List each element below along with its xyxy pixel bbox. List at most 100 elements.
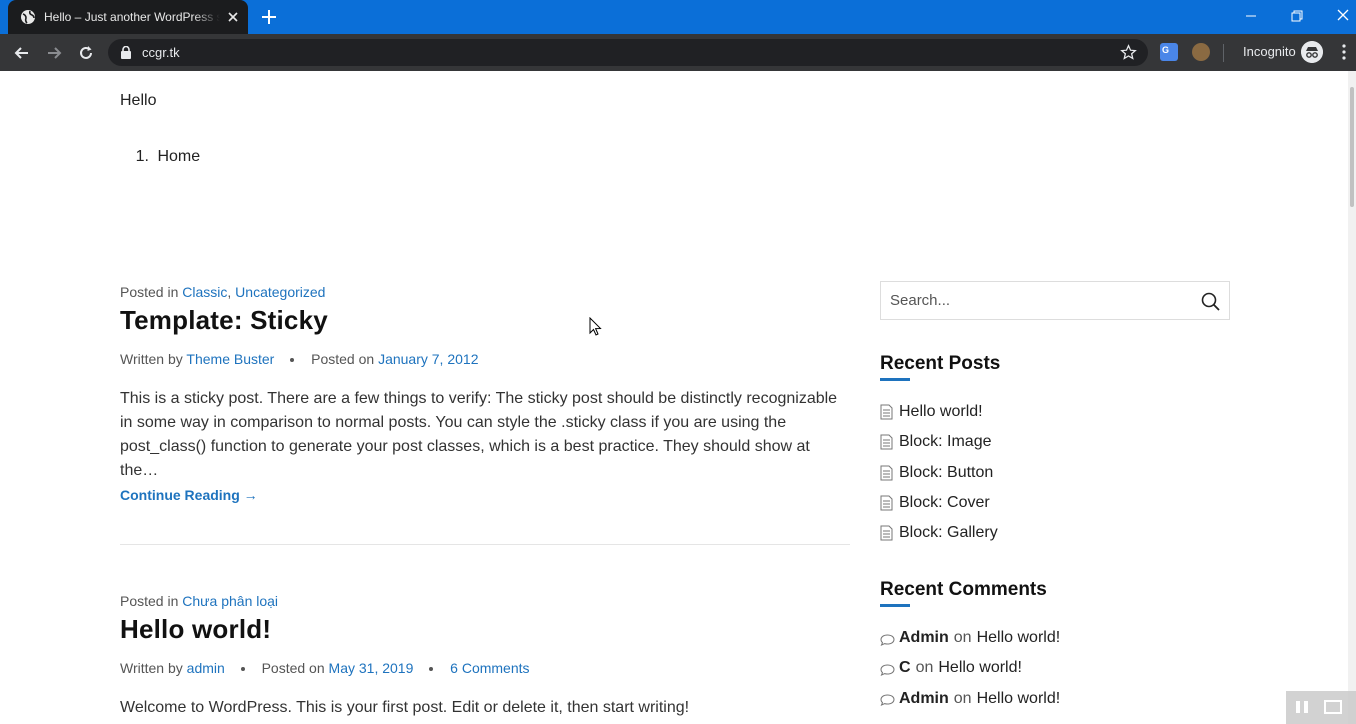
list-item: Block: Cover — [880, 488, 998, 518]
search-input[interactable] — [881, 282, 1191, 319]
post-meta: Written by admin Posted on May 31, 2019 … — [120, 660, 530, 676]
comment-post-link[interactable]: Hello world! — [977, 690, 1061, 708]
minimize-icon[interactable] — [1239, 5, 1263, 27]
document-icon — [880, 525, 893, 541]
tab-strip: Hello – Just another WordPress site — [0, 0, 1356, 34]
scrollbar-thumb[interactable] — [1350, 87, 1354, 207]
list-item: C on Hello world! — [880, 653, 1060, 683]
posted-in-label: Posted in — [120, 284, 179, 300]
comments-link[interactable]: 6 Comments — [450, 660, 529, 676]
back-arrow-icon[interactable] — [12, 43, 32, 63]
recent-posts-list: Hello world! Block: Image Block: Button … — [880, 397, 998, 548]
primary-menu: 1. Home — [120, 148, 200, 166]
list-item: Admin on Hello world! — [880, 684, 1060, 714]
address-bar[interactable]: ccgr.tk — [108, 39, 1148, 66]
recent-comments-heading: Recent Comments — [880, 579, 1047, 600]
heading-underline — [880, 378, 910, 381]
category-link[interactable]: Chưa phân loại — [182, 593, 278, 609]
recent-post-link[interactable]: Block: Cover — [899, 494, 990, 512]
toolbar-divider — [1223, 44, 1224, 62]
new-tab-icon[interactable] — [260, 8, 278, 26]
page-scrollbar[interactable] — [1348, 71, 1356, 724]
post-title[interactable]: Hello world! — [120, 614, 271, 645]
comment-author[interactable]: Admin — [899, 629, 949, 647]
comment-bubble-icon — [880, 694, 895, 707]
forward-arrow-icon[interactable] — [44, 43, 64, 63]
comment-author[interactable]: Admin — [899, 690, 949, 708]
browser-toolbar: ccgr.tk — [0, 34, 1356, 71]
monkey-extension-icon[interactable] — [1192, 43, 1210, 61]
author-link[interactable]: Theme Buster — [186, 351, 274, 367]
restore-icon[interactable] — [1285, 5, 1309, 27]
screen-icon[interactable] — [1324, 700, 1342, 714]
post-meta: Written by Theme Buster Posted on Januar… — [120, 351, 478, 367]
lock-icon — [121, 46, 131, 59]
comment-on-label: on — [953, 629, 972, 647]
posted-on-label: Posted on — [311, 351, 375, 367]
list-item: Hello world! — [880, 397, 998, 427]
list-item: Block: Gallery — [880, 518, 998, 548]
meta-dot — [429, 667, 434, 672]
browser-tab[interactable]: Hello – Just another WordPress site — [8, 0, 248, 34]
url-text: ccgr.tk — [142, 45, 180, 60]
list-item: Block: Image — [880, 427, 998, 457]
menu-item-home[interactable]: Home — [157, 148, 200, 165]
translate-glyph: G — [1162, 45, 1170, 55]
posted-in-label: Posted in — [120, 593, 179, 609]
incognito-label: Incognito — [1243, 44, 1296, 59]
document-icon — [880, 434, 893, 450]
comment-on-label: on — [915, 659, 934, 677]
category-separator: , — [227, 284, 232, 300]
recent-post-link[interactable]: Block: Gallery — [899, 524, 998, 542]
post-categories: Posted in Chưa phân loại — [120, 593, 278, 609]
close-tab-icon[interactable] — [225, 9, 241, 25]
meta-dot — [290, 358, 295, 363]
author-link[interactable]: admin — [187, 660, 225, 676]
post-excerpt: Welcome to WordPress. This is your first… — [120, 699, 690, 716]
browser-menu-icon[interactable] — [1336, 43, 1352, 61]
recent-post-link[interactable]: Block: Button — [899, 464, 993, 482]
list-item: Admin on Hello world! — [880, 623, 1060, 653]
globe-icon — [21, 10, 35, 24]
recent-post-link[interactable]: Block: Image — [899, 433, 991, 451]
category-link[interactable]: Uncategorized — [235, 284, 325, 300]
incognito-icon[interactable] — [1301, 41, 1323, 63]
comment-bubble-icon — [880, 634, 895, 646]
comment-bubble-icon — [880, 664, 895, 676]
document-icon — [880, 404, 893, 420]
menu-item-number: 1. — [135, 148, 149, 165]
heading-underline — [880, 604, 910, 607]
tab-title: Hello – Just another WordPress site — [44, 10, 220, 24]
reload-icon[interactable] — [76, 43, 96, 63]
recent-post-link[interactable]: Hello world! — [899, 403, 983, 421]
search-icon[interactable] — [1201, 292, 1220, 311]
category-link[interactable]: Classic — [182, 284, 227, 300]
recent-posts-heading: Recent Posts — [880, 353, 1001, 374]
translate-extension-icon[interactable]: G — [1160, 43, 1178, 61]
close-window-icon[interactable] — [1331, 5, 1355, 27]
bookmark-star-icon[interactable] — [1120, 44, 1137, 61]
date-link[interactable]: May 31, 2019 — [329, 660, 414, 676]
mouse-cursor-icon — [589, 317, 602, 336]
meta-dot — [240, 667, 245, 672]
date-link[interactable]: January 7, 2012 — [378, 351, 478, 367]
comment-post-link[interactable]: Hello world! — [977, 629, 1061, 647]
post-excerpt: This is a sticky post. There are a few t… — [120, 390, 838, 479]
post-divider — [120, 544, 850, 545]
continue-reading-link[interactable]: Continue Reading → — [120, 487, 258, 503]
pause-icon[interactable] — [1296, 701, 1308, 713]
comment-author[interactable]: C — [899, 659, 911, 677]
recent-comments-list: Admin on Hello world! C on Hello world! … — [880, 623, 1060, 714]
site-title[interactable]: Hello — [120, 92, 156, 110]
post-categories: Posted in Classic, Uncategorized — [120, 284, 325, 300]
post-title[interactable]: Template: Sticky — [120, 305, 328, 336]
search-form — [880, 281, 1230, 320]
list-item: Block: Button — [880, 458, 998, 488]
document-icon — [880, 495, 893, 511]
written-by-label: Written by — [120, 660, 183, 676]
comment-post-link[interactable]: Hello world! — [938, 659, 1022, 677]
document-icon — [880, 465, 893, 481]
comment-on-label: on — [953, 689, 972, 707]
recorder-controls[interactable] — [1286, 691, 1356, 724]
written-by-label: Written by — [120, 351, 183, 367]
